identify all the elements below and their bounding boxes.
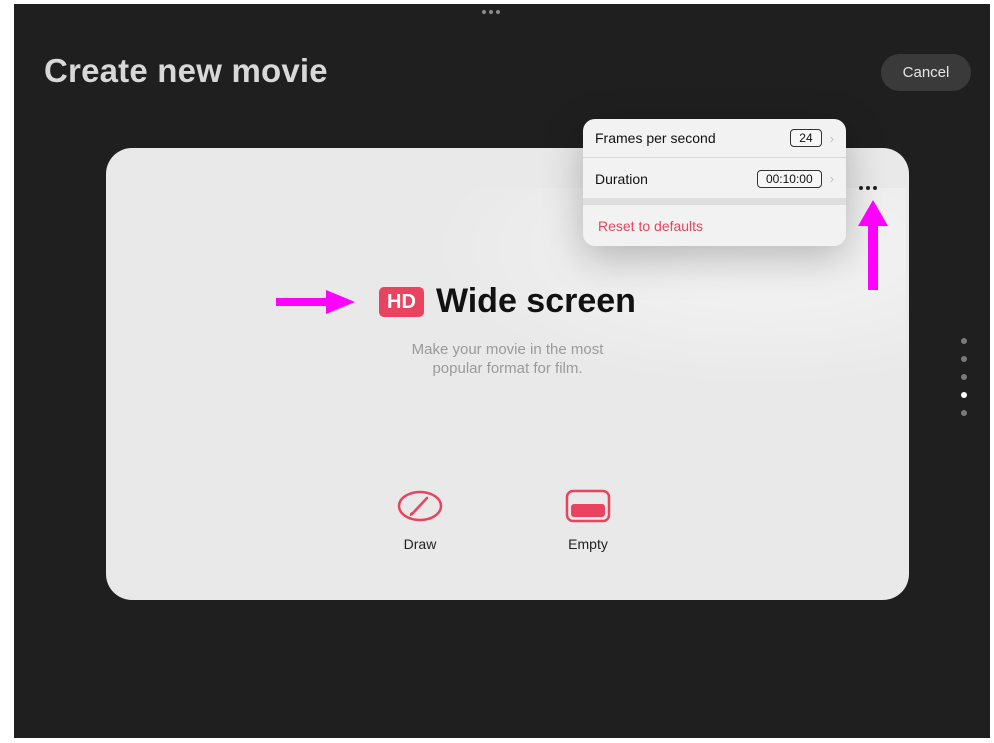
page-indicator[interactable] (961, 338, 967, 416)
page-dot[interactable] (961, 338, 967, 344)
ellipsis-icon (859, 186, 863, 190)
more-options-button[interactable] (848, 176, 888, 200)
page-dot-active[interactable] (961, 392, 967, 398)
fps-value[interactable]: 24 (790, 129, 822, 147)
page-dot[interactable] (961, 374, 967, 380)
cancel-button[interactable]: Cancel (881, 54, 971, 91)
empty-label: Empty (568, 536, 608, 552)
menu-item-fps[interactable]: Frames per second 24 › (583, 119, 846, 158)
chevron-right-icon: › (829, 171, 834, 186)
window-grabber[interactable] (482, 10, 500, 14)
menu-separator (583, 198, 846, 205)
fps-label: Frames per second (595, 130, 716, 146)
options-menu: Frames per second 24 › Duration 00:10:00… (583, 119, 846, 246)
duration-value[interactable]: 00:10:00 (756, 169, 822, 188)
reset-defaults-item[interactable]: Reset to defaults (583, 205, 846, 246)
brush-icon (397, 490, 443, 522)
draw-label: Draw (403, 536, 437, 552)
page-dot[interactable] (961, 356, 967, 362)
page-title: Create new movie (44, 52, 328, 89)
format-heading: HD Wide screen (106, 282, 909, 321)
format-description: Make your movie in the most popular form… (411, 341, 604, 377)
duration-label: Duration (595, 170, 648, 187)
menu-item-duration[interactable]: Duration 00:10:00 › (583, 159, 846, 198)
draw-option[interactable]: Draw (396, 488, 444, 552)
page-dot[interactable] (961, 410, 967, 416)
empty-frame-icon (565, 489, 611, 523)
app-screen: Create new movie Cancel HD Wide screen M… (14, 4, 990, 738)
hd-badge: HD (379, 286, 424, 317)
empty-option[interactable]: Empty (564, 488, 612, 552)
format-title: Wide screen (435, 282, 636, 320)
chevron-right-icon: › (829, 130, 834, 146)
